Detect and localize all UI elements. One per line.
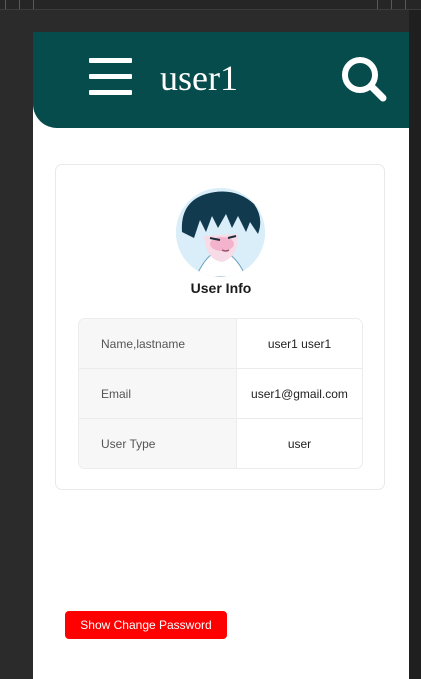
user-type-value: user (287, 436, 312, 451)
editor-right-panel (409, 10, 421, 679)
editor-tick (391, 0, 392, 9)
app-header: user1 (33, 32, 409, 128)
name-label: Name,lastname (79, 319, 237, 369)
editor-tick (19, 0, 20, 9)
user-info-table: Name,lastname user1 user1 Email user1@gm… (78, 318, 363, 469)
name-value: user1 user1 (237, 319, 362, 369)
card-title: User Info (190, 280, 252, 296)
app-viewport: user1 User Info Name,lastname user1 user… (33, 32, 409, 679)
search-icon[interactable] (339, 54, 389, 104)
show-change-password-button[interactable]: Show Change Password (65, 611, 227, 639)
editor-tick (33, 0, 34, 9)
table-row: Email user1@gmail.com (79, 369, 362, 419)
page-title: user1 (160, 58, 238, 98)
hamburger-menu-icon[interactable] (89, 57, 132, 97)
user-avatar (176, 188, 265, 277)
user-type-label: User Type (79, 419, 237, 468)
editor-tick (5, 0, 6, 9)
email-value: user1@gmail.com (237, 369, 362, 419)
table-row: User Type user (79, 419, 362, 468)
email-label: Email (79, 369, 237, 419)
editor-tick (405, 0, 406, 9)
user-info-card: User Info Name,lastname user1 user1 Emai… (55, 164, 385, 490)
table-row: Name,lastname user1 user1 (79, 319, 362, 369)
editor-top-bar (0, 0, 421, 10)
editor-tick (377, 0, 378, 9)
